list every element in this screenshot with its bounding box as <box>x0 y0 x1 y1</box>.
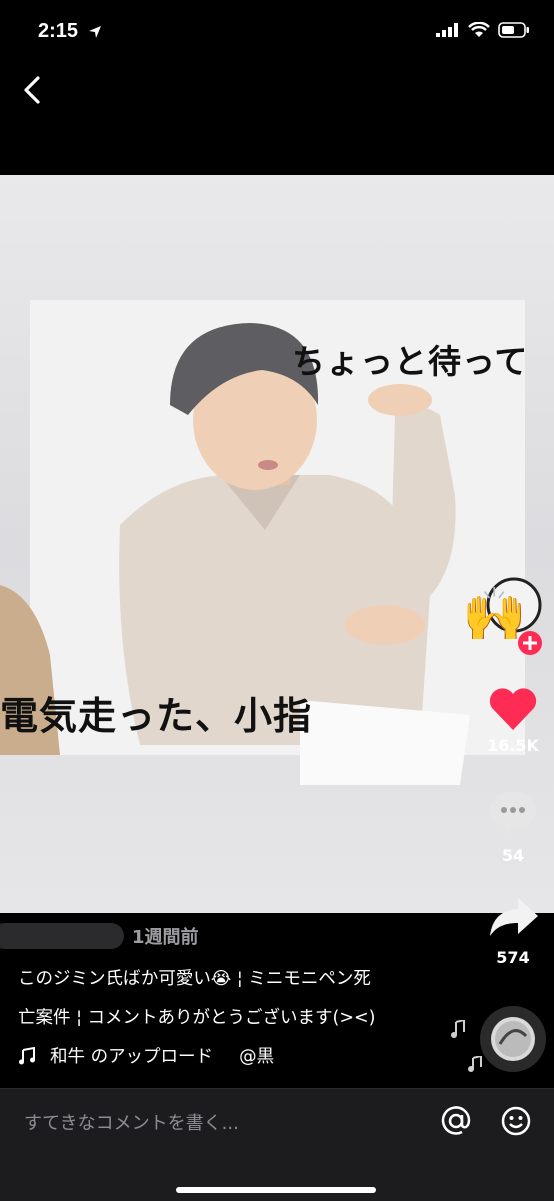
floating-note-icon <box>451 1020 465 1038</box>
comment-count: 54 <box>501 846 525 865</box>
mention-at-icon[interactable] <box>440 1105 472 1137</box>
video-caption-top: ちょっと待って <box>292 342 529 381</box>
comment-button[interactable]: 54 <box>478 788 548 865</box>
music-handle: @黒 <box>239 1047 275 1067</box>
music-disc[interactable] <box>480 1006 546 1072</box>
cellular-signal-icon <box>436 23 458 37</box>
music-note-icon <box>19 1046 35 1064</box>
caption-line-1: このジミン氏ばか可愛い😭 ¦ ミニモニペン死 <box>18 969 371 989</box>
like-count: 16.5K <box>487 736 539 755</box>
posted-time: 1週間前 <box>132 927 199 948</box>
status-icons <box>436 22 530 38</box>
status-bar: 2:15 <box>0 0 554 64</box>
music-title: 和牛 のアップロード <box>50 1047 214 1067</box>
post-caption: このジミン氏ばか可愛い😭 ¦ ミニモニペン死 亡案件 ¦ コメントありがとうござ… <box>18 960 458 1038</box>
video-player[interactable]: ちょっと待って 電気走った、小指 <box>0 175 554 913</box>
share-count: 574 <box>496 948 530 967</box>
music-row[interactable]: 和牛 のアップロード @黒 <box>18 1043 274 1068</box>
username-redacted[interactable] <box>0 923 124 949</box>
status-time: 2:15 <box>38 20 79 42</box>
back-chevron-icon[interactable] <box>14 70 54 110</box>
home-indicator <box>176 1187 376 1193</box>
caption-line-2: 亡案件 ¦ コメントありがとうございます(><) <box>18 1008 376 1028</box>
comment-bar: すてきなコメントを書く... <box>0 1088 554 1201</box>
creator-avatar[interactable]: 🙌 <box>458 570 544 660</box>
post-meta: 1週間前 <box>0 922 199 950</box>
battery-icon <box>498 22 529 38</box>
heart-icon <box>489 688 537 730</box>
video-caption-bottom: 電気走った、小指 <box>0 693 313 738</box>
wifi-icon <box>468 22 490 37</box>
share-arrow-icon <box>490 898 538 936</box>
comment-bubble-icon <box>490 792 536 834</box>
svg-text:🙌: 🙌 <box>462 585 527 645</box>
location-arrow-icon <box>89 26 101 38</box>
video-frame-person <box>0 323 470 785</box>
like-button[interactable]: 16.5K <box>478 686 548 755</box>
share-button[interactable]: 574 <box>478 892 548 967</box>
emoji-icon[interactable] <box>500 1105 532 1137</box>
comment-input[interactable]: すてきなコメントを書く... <box>24 1109 239 1135</box>
